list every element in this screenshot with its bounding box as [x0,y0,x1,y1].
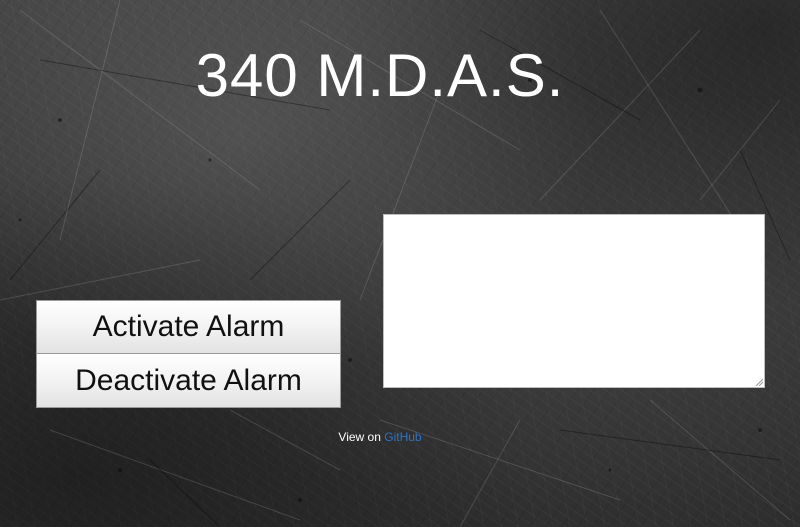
footer-prefix: View on [338,430,381,444]
resize-grip-icon[interactable] [755,378,763,386]
activate-alarm-button[interactable]: Activate Alarm [36,300,341,354]
alarm-controls: Activate Alarm Deactivate Alarm [36,300,341,408]
deactivate-alarm-button[interactable]: Deactivate Alarm [36,354,341,408]
page-title: 340 M.D.A.S. [195,42,565,109]
view-on-github: View on GitHub [0,430,760,444]
github-link[interactable]: GitHub [384,430,421,444]
alarm-display-panel [383,214,765,388]
